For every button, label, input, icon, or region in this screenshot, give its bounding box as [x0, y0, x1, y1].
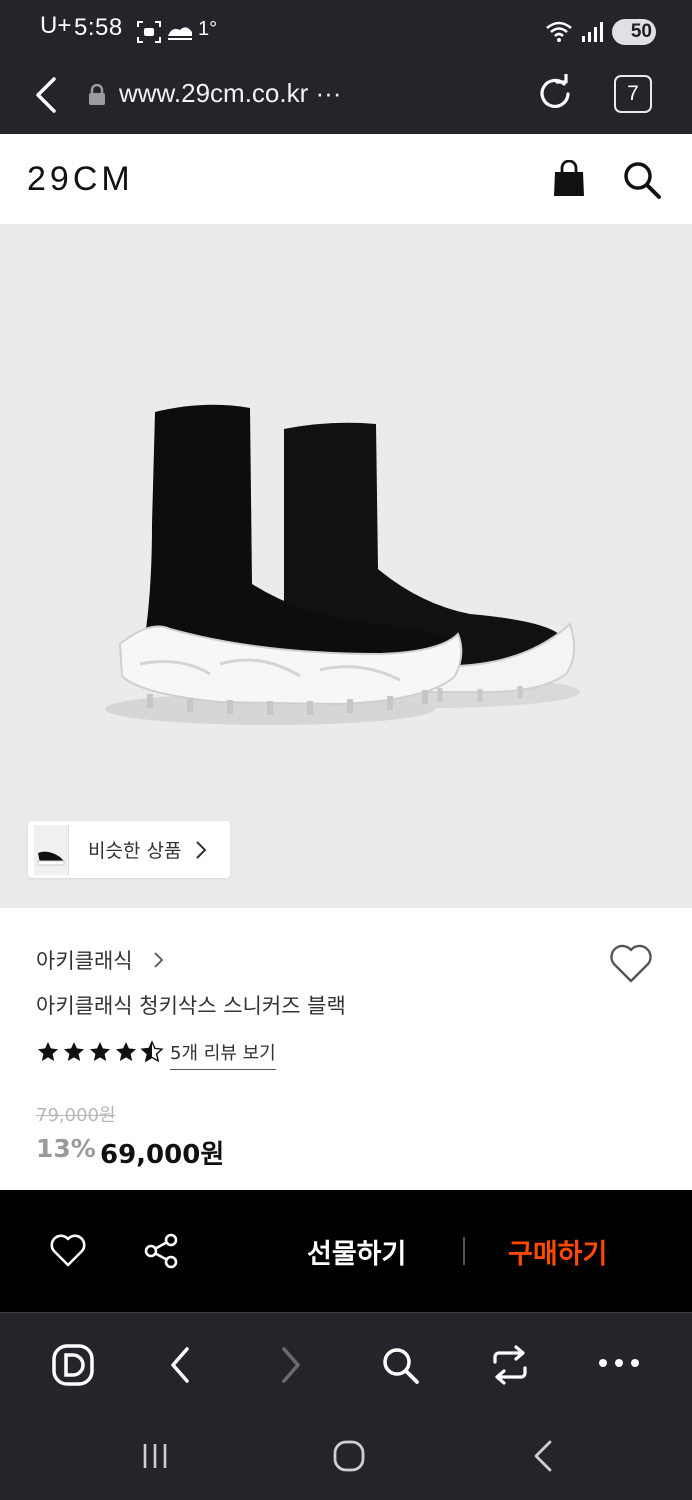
screenshot-icon — [137, 21, 161, 43]
share-icon[interactable] — [142, 1232, 180, 1270]
action-divider — [463, 1237, 465, 1265]
switch-icon[interactable] — [490, 1345, 530, 1385]
system-navigation-bar — [0, 1412, 692, 1500]
signal-icon — [582, 22, 603, 42]
recents-icon[interactable] — [141, 1442, 169, 1470]
back-arrow-icon[interactable] — [166, 1345, 194, 1385]
url-text[interactable]: www.29cm.co.kr ··· — [119, 78, 341, 109]
sale-price: 69,000원 — [100, 1140, 225, 1170]
sock-sneakers-image — [105, 404, 580, 725]
like-heart-icon[interactable] — [49, 1234, 87, 1268]
wishlist-heart-icon[interactable] — [608, 943, 654, 985]
d-logo-icon[interactable] — [51, 1343, 95, 1387]
shopping-bag-icon[interactable] — [552, 160, 586, 198]
back-icon[interactable] — [32, 76, 60, 114]
chevron-right-icon — [196, 841, 207, 859]
more-icon[interactable] — [598, 1357, 640, 1369]
star-icon — [116, 1042, 136, 1061]
forward-arrow-icon[interactable] — [277, 1345, 305, 1385]
home-icon[interactable] — [332, 1439, 366, 1473]
original-price: 79,000원 — [36, 1105, 116, 1126]
buy-button[interactable]: 구매하기 — [508, 1232, 607, 1271]
site-logo[interactable]: 29CM — [27, 160, 134, 199]
tab-count: 7 — [627, 82, 639, 105]
wifi-icon — [546, 21, 572, 42]
lock-icon — [89, 84, 105, 105]
search-icon[interactable] — [622, 160, 662, 200]
tabs-button[interactable]: 7 — [614, 75, 652, 113]
star-icon — [90, 1042, 110, 1061]
star-rating — [36, 1040, 164, 1068]
reload-icon[interactable] — [535, 74, 575, 114]
browser-url-bar: www.29cm.co.kr ··· 7 — [0, 62, 692, 134]
weather-icon — [168, 27, 192, 40]
browser-toolbar — [0, 1312, 692, 1413]
star-icon — [64, 1042, 84, 1061]
similar-products-label: 비슷한 상품 — [88, 840, 182, 862]
clock: 5:58 — [74, 14, 123, 41]
carrier-label: U+ — [40, 12, 72, 39]
brand-link[interactable]: 아키클래식 — [36, 945, 133, 975]
brand-chevron-icon — [154, 952, 164, 968]
search-icon[interactable] — [380, 1345, 420, 1385]
gift-button[interactable]: 선물하기 — [307, 1232, 406, 1271]
battery-level: 50 — [630, 21, 652, 42]
site-header: 29CM — [0, 134, 692, 224]
back-icon[interactable] — [530, 1439, 556, 1473]
product-name: 아키클래식 청키삭스 스니커즈 블랙 — [36, 994, 346, 1018]
status-bar: U+ 5:58 1° 50 — [0, 0, 692, 62]
similar-thumbnail — [34, 825, 69, 875]
temperature: 1° — [198, 18, 218, 40]
similar-products-button[interactable]: 비슷한 상품 — [28, 821, 230, 878]
rating-stars — [38, 1040, 164, 1063]
discount-rate: 13% — [36, 1134, 96, 1163]
battery-indicator: 50 — [612, 19, 656, 45]
star-icon — [38, 1042, 58, 1061]
product-image[interactable] — [0, 224, 692, 908]
purchase-action-bar: 선물하기 구매하기 — [0, 1190, 692, 1312]
review-link[interactable]: 5개 리뷰 보기 — [170, 1039, 276, 1070]
half-star-icon — [140, 1040, 164, 1063]
